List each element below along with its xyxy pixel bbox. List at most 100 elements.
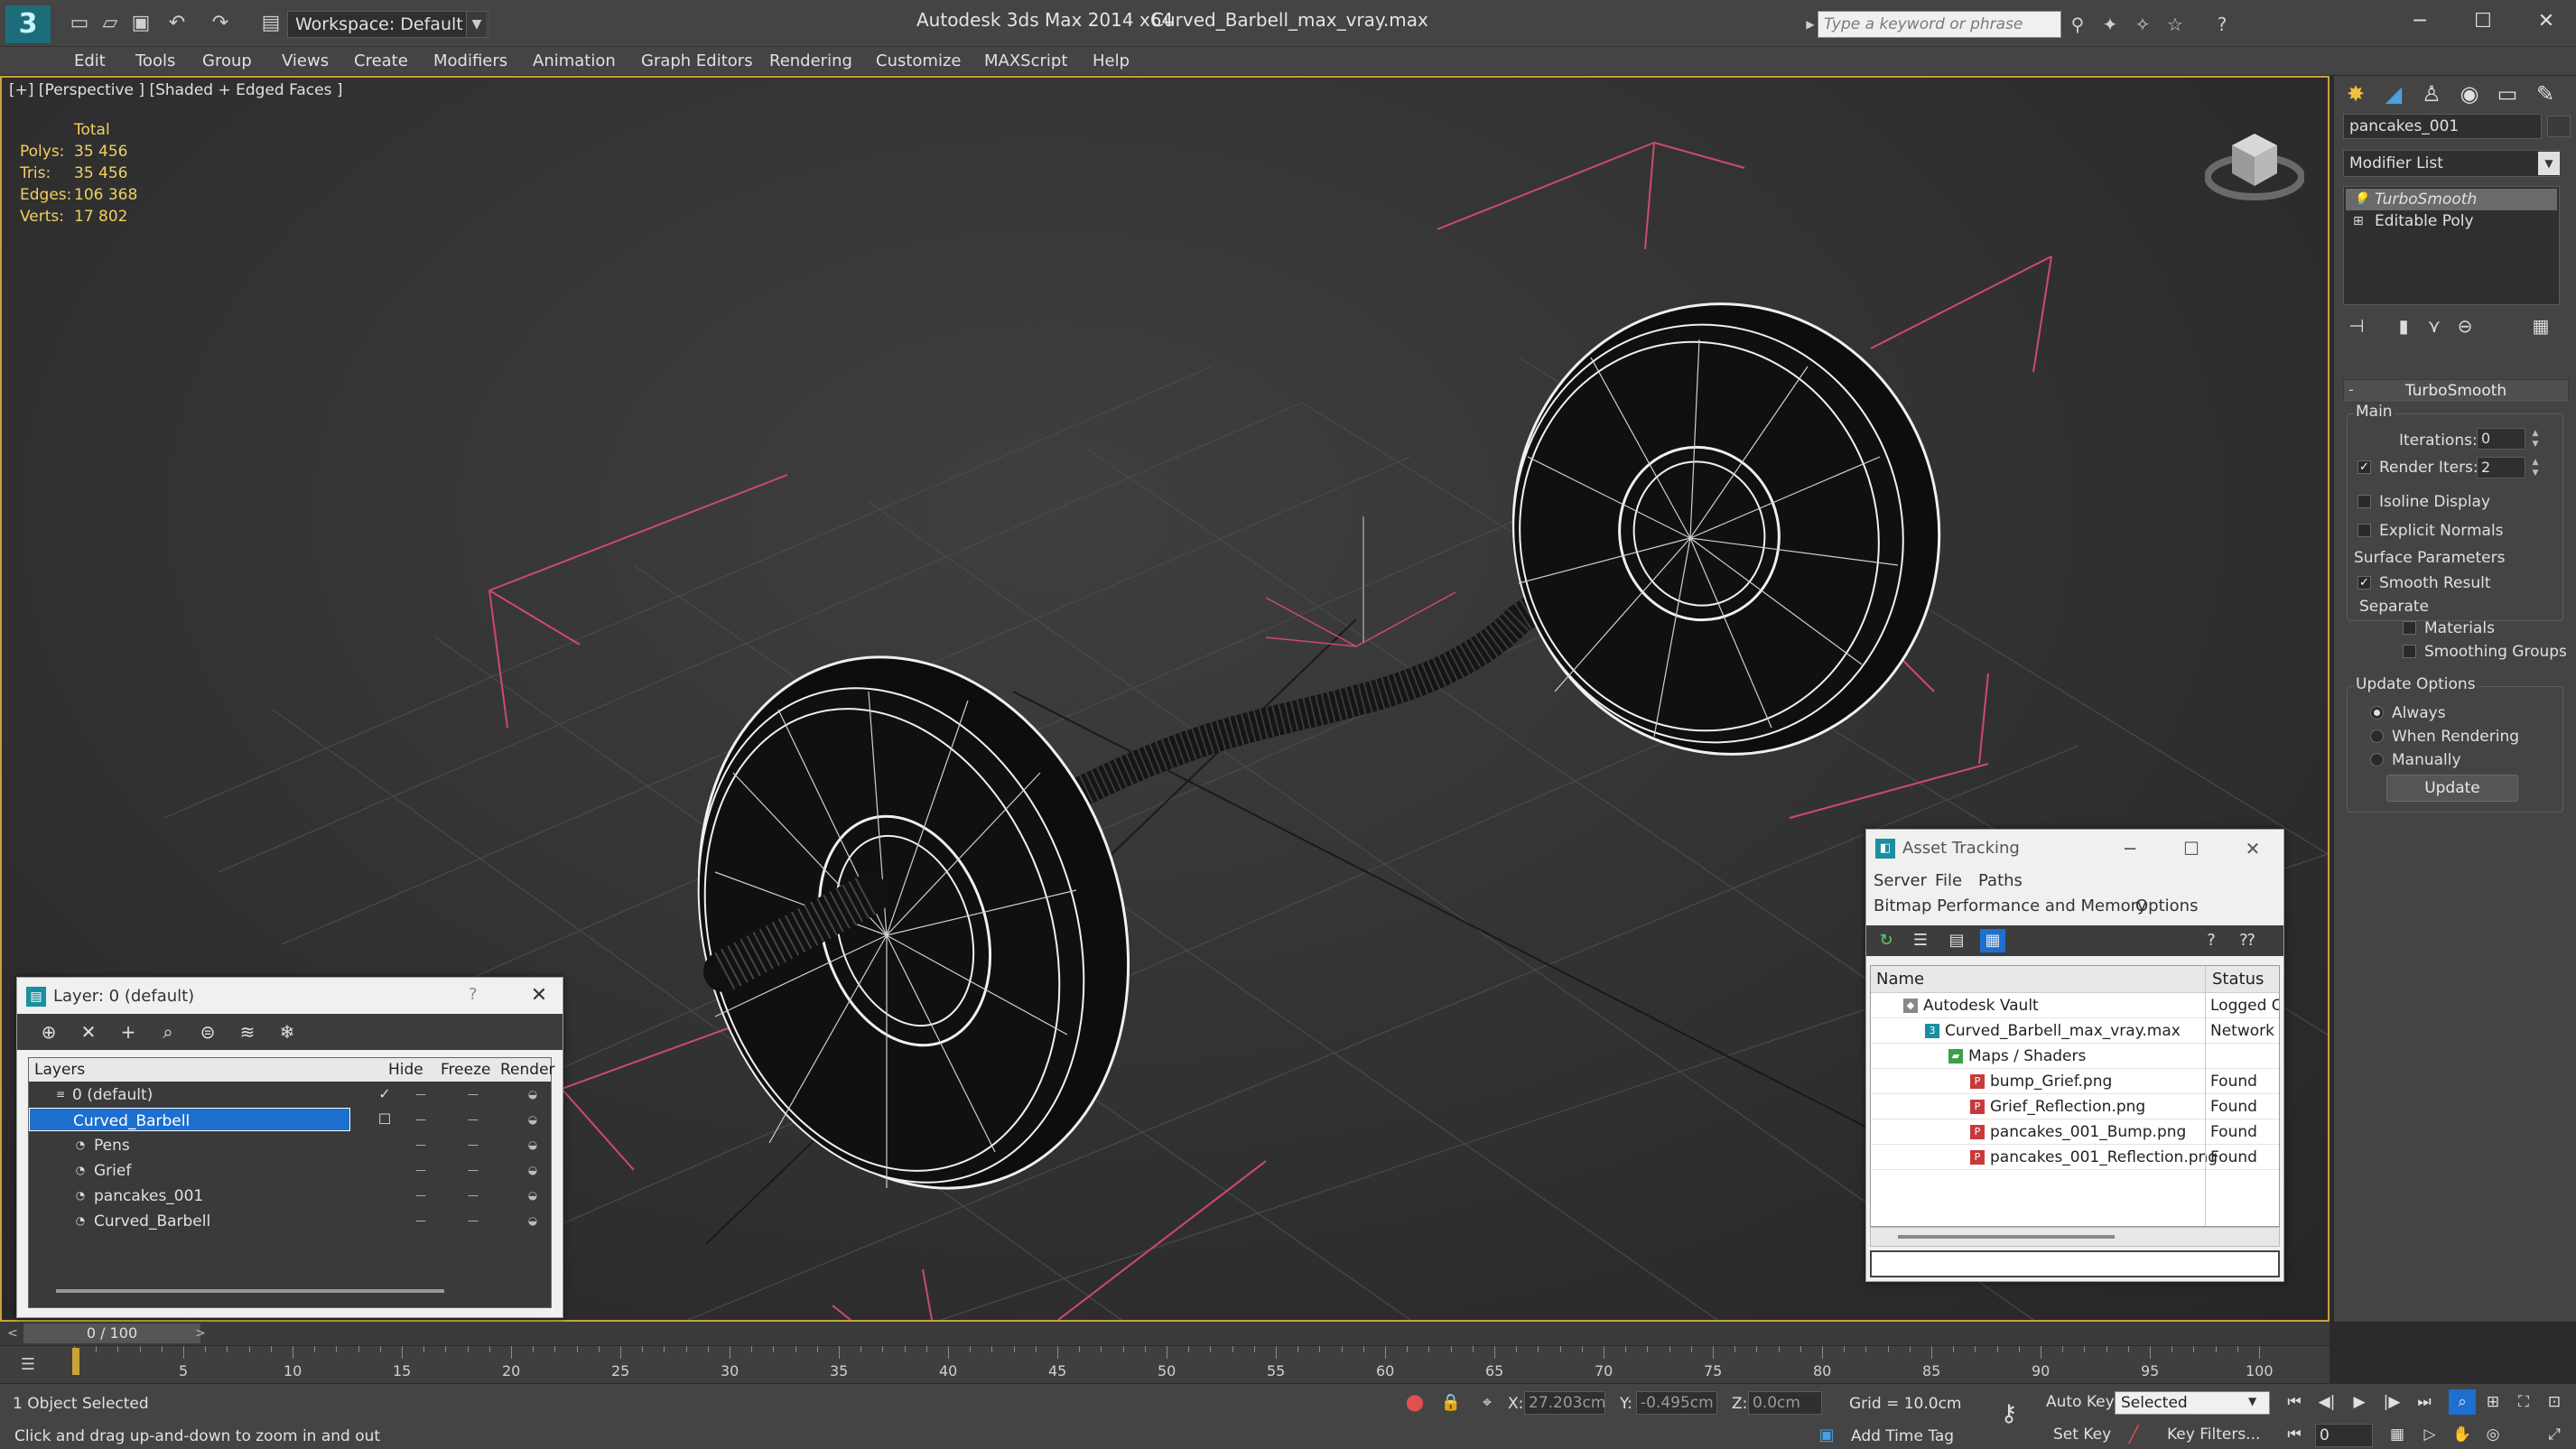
column-name[interactable]: Name xyxy=(1876,966,1924,993)
next-frame-icon[interactable]: > xyxy=(191,1324,209,1343)
render-teapot-icon[interactable]: ◒ xyxy=(522,1208,544,1233)
current-frame-field[interactable]: 0 xyxy=(2315,1424,2373,1447)
maximize-viewport-icon[interactable]: ⤢ xyxy=(2541,1422,2568,1447)
menu-help[interactable]: Help xyxy=(1093,51,1130,70)
asset-row[interactable]: P pancakes_001_Reflection.png Found xyxy=(1871,1145,2279,1170)
stack-item-editable-poly[interactable]: ⊞ Editable Poly xyxy=(2346,210,2557,232)
previous-frame-icon[interactable]: < xyxy=(4,1324,22,1343)
menu-customize[interactable]: Customize xyxy=(876,51,961,70)
render-iters-spinner[interactable]: 2 xyxy=(2477,457,2525,478)
freeze-toggle[interactable]: — xyxy=(462,1107,484,1132)
previous-key-icon[interactable]: ◀| xyxy=(2313,1389,2340,1415)
asset-row[interactable]: P pancakes_001_Bump.png Found xyxy=(1871,1119,2279,1145)
remove-modifier-icon[interactable]: ⊖ xyxy=(2451,312,2478,339)
menu-modifiers[interactable]: Modifiers xyxy=(433,51,507,70)
menu-edit[interactable]: Edit xyxy=(74,51,106,70)
utilities-tab-icon[interactable]: ✎ xyxy=(2527,78,2563,110)
x-coordinate-field[interactable]: 27.203cm xyxy=(1524,1391,1605,1415)
zoom-extents-all-icon[interactable]: ⊡ xyxy=(2541,1389,2568,1415)
column-render[interactable]: Render xyxy=(500,1061,555,1079)
materials-checkbox[interactable] xyxy=(2403,621,2416,635)
update-button[interactable]: Update xyxy=(2386,775,2518,802)
zoom-all-icon[interactable]: ⊞ xyxy=(2479,1389,2506,1415)
zoom-extents-icon[interactable]: ⛶ xyxy=(2510,1389,2537,1415)
subscription-icon[interactable]: ✦ xyxy=(2097,11,2124,38)
y-coordinate-field[interactable]: -0.495cm xyxy=(1636,1391,1717,1415)
create-layer-icon[interactable]: ⊕ xyxy=(35,1019,62,1045)
app-logo-icon[interactable]: 3 xyxy=(5,5,51,43)
favorites-star-icon[interactable]: ☆ xyxy=(2162,11,2189,38)
workspace-select[interactable]: Workspace: Default xyxy=(287,11,489,38)
render-teapot-icon[interactable]: ◒ xyxy=(522,1132,544,1157)
menu-rendering[interactable]: Rendering xyxy=(769,51,852,70)
next-key-icon[interactable]: |▶ xyxy=(2378,1389,2405,1415)
key-mode-select[interactable]: Selected xyxy=(2115,1391,2270,1415)
table-view-icon[interactable]: ▦ xyxy=(1980,929,2005,952)
refresh-icon[interactable]: ↻ xyxy=(1874,929,1899,952)
right-weight-plate[interactable] xyxy=(1472,265,1981,794)
time-cursor[interactable] xyxy=(72,1348,79,1375)
render-teapot-icon[interactable]: ◒ xyxy=(522,1107,544,1132)
help-icon[interactable]: ? xyxy=(469,985,478,1004)
layer-object-row[interactable]: ◔ pancakes_001 — — ◒ xyxy=(29,1183,551,1208)
when-rendering-radio[interactable] xyxy=(2370,729,2384,743)
freeze-toggle[interactable]: — xyxy=(462,1082,484,1107)
time-slider-thumb[interactable]: 0 / 100 xyxy=(23,1324,200,1343)
select-objects-icon[interactable]: ⌕ xyxy=(154,1019,181,1045)
auto-key-button[interactable]: Auto Key xyxy=(2046,1393,2115,1411)
column-hide[interactable]: Hide xyxy=(388,1061,423,1079)
display-tab-icon[interactable]: ▭ xyxy=(2489,78,2525,110)
menu-animation[interactable]: Animation xyxy=(533,51,616,70)
menu-group[interactable]: Group xyxy=(202,51,252,70)
viewcube-icon[interactable] xyxy=(2205,114,2304,204)
iterations-spinner[interactable]: 0 xyxy=(2477,428,2525,450)
menu-file[interactable]: File xyxy=(1935,871,1962,890)
close-icon[interactable]: ✕ xyxy=(2235,833,2271,864)
show-end-result-icon[interactable]: ▮ xyxy=(2390,312,2417,339)
explicit-normals-checkbox[interactable] xyxy=(2357,524,2371,537)
binoculars-icon[interactable]: ⚲ xyxy=(2064,11,2091,38)
undo-icon[interactable]: ↶ xyxy=(163,9,191,38)
time-tag-icon[interactable]: ▣ xyxy=(1815,1424,1838,1447)
lock-selection-icon[interactable]: 🔒 xyxy=(1439,1391,1463,1415)
asset-path-field[interactable] xyxy=(1870,1250,2280,1277)
save-file-icon[interactable]: ▣ xyxy=(126,9,155,38)
add-to-layer-icon[interactable]: + xyxy=(115,1019,142,1045)
context-help-icon[interactable]: ⁇ xyxy=(2235,929,2260,952)
absolute-mode-icon[interactable]: ⌖ xyxy=(1475,1391,1499,1415)
hide-toggle[interactable]: — xyxy=(410,1132,432,1157)
open-file-icon[interactable]: ▱ xyxy=(96,9,125,38)
go-to-start-icon[interactable]: ⏮ xyxy=(2281,1389,2308,1415)
layer-object-row[interactable]: ◔ Grief — — ◒ xyxy=(29,1157,551,1183)
minimize-icon[interactable]: ─ xyxy=(2112,833,2148,864)
menu-tools[interactable]: Tools xyxy=(135,51,175,70)
viewport-label[interactable]: [+] [Perspective ] [Shaded + Edged Faces… xyxy=(9,81,342,99)
new-file-icon[interactable]: ▭ xyxy=(65,9,94,38)
isoline-display-checkbox[interactable] xyxy=(2357,495,2371,508)
create-tab-icon[interactable]: ✸ xyxy=(2338,78,2374,110)
list-view-icon[interactable]: ☰ xyxy=(1908,929,1933,952)
object-name-field[interactable]: pancakes_001 xyxy=(2343,114,2542,139)
pin-stack-icon[interactable]: ⊣ xyxy=(2343,312,2370,339)
render-teapot-icon[interactable]: ◒ xyxy=(522,1183,544,1208)
hide-toggle[interactable]: — xyxy=(410,1082,432,1107)
hide-toggle[interactable]: — xyxy=(410,1183,432,1208)
modify-tab-icon[interactable]: ◢ xyxy=(2376,78,2412,110)
spinner-arrows-icon[interactable]: ▲ ▼ xyxy=(2529,428,2542,450)
search-input[interactable]: Type a keyword or phrase xyxy=(1818,11,2061,38)
asset-row[interactable]: P Grief_Reflection.png Found xyxy=(1871,1094,2279,1119)
menu-graph-editors[interactable]: Graph Editors xyxy=(641,51,753,70)
render-iters-checkbox[interactable]: ✓ xyxy=(2357,460,2371,474)
transform-gizmo[interactable] xyxy=(1265,591,1456,647)
orbit-icon[interactable]: ◎ xyxy=(2479,1422,2506,1447)
layer-row[interactable]: ≡ 0 (default) ✓ — — ◒ xyxy=(29,1082,551,1107)
turbosmooth-rollout-title[interactable]: TurboSmooth xyxy=(2343,379,2569,403)
key-icon[interactable]: ⚷ xyxy=(1997,1402,2021,1426)
scrollbar-thumb[interactable] xyxy=(1898,1235,2115,1239)
motion-tab-icon[interactable]: ◉ xyxy=(2451,78,2488,110)
freeze-toggle[interactable]: — xyxy=(462,1132,484,1157)
z-coordinate-field[interactable]: 0.0cm xyxy=(1748,1391,1822,1415)
project-folder-icon[interactable]: ▤ xyxy=(256,9,285,38)
manually-radio[interactable] xyxy=(2370,753,2384,766)
close-icon[interactable]: ✕ xyxy=(525,981,553,1010)
